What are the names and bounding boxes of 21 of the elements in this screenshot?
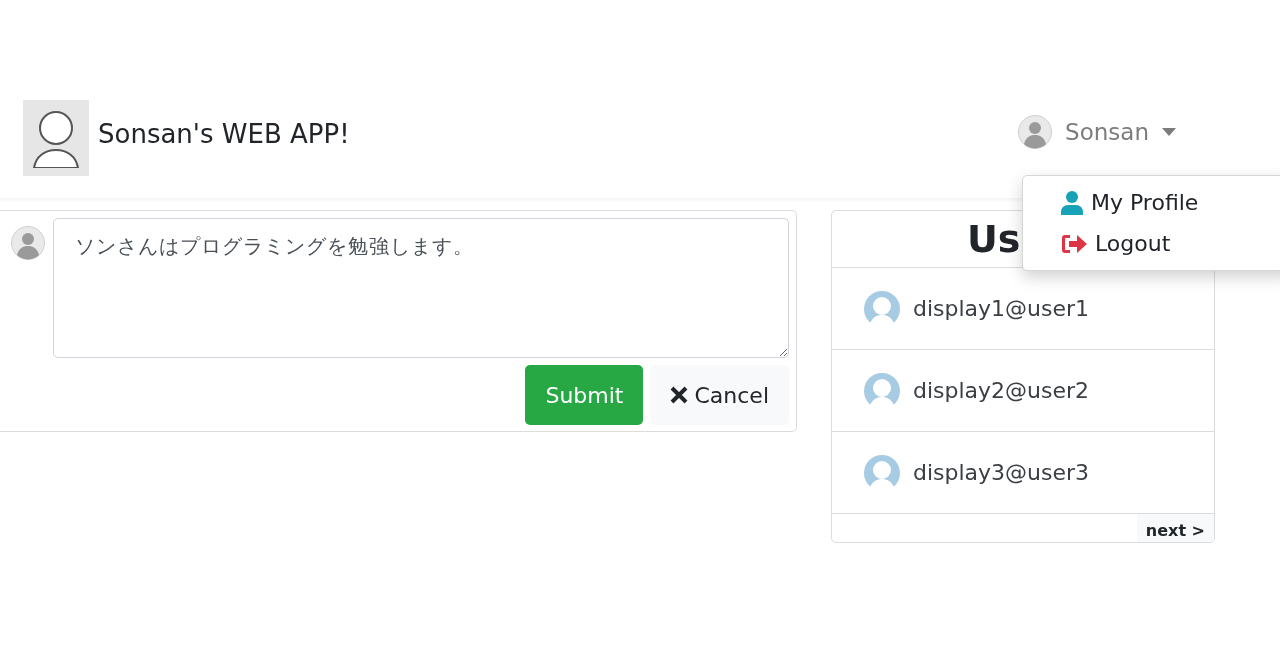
user-menu-toggle[interactable]: Sonsan	[1018, 115, 1176, 149]
menu-item[interactable]: Logout	[1023, 223, 1280, 264]
caret-icon	[1162, 128, 1176, 136]
post-input-field[interactable]: ソンさんはプログラミングを勉強します。	[53, 218, 789, 358]
avatar-icon	[11, 226, 45, 260]
user-avatar-icon	[864, 372, 900, 409]
close-icon	[670, 386, 689, 404]
panel-title: Us	[967, 217, 1021, 261]
user-list-item[interactable]: display2@user2	[832, 350, 1214, 432]
cancel-button[interactable]: Cancel	[650, 365, 789, 425]
menu-item[interactable]: My Profile	[1023, 182, 1280, 223]
user-list-item[interactable]: display3@user3	[832, 432, 1214, 514]
user-avatar-icon	[864, 290, 900, 327]
app-title: Sonsan's WEB APP!	[98, 119, 350, 149]
user-avatar-icon	[864, 454, 900, 491]
logout-icon	[1061, 232, 1087, 255]
user-list-item[interactable]: display1@user1	[832, 268, 1214, 350]
next-button[interactable]: next >	[1136, 514, 1214, 542]
avatar-icon	[1018, 115, 1053, 149]
user-icon	[1061, 190, 1083, 215]
person-icon	[31, 108, 81, 168]
